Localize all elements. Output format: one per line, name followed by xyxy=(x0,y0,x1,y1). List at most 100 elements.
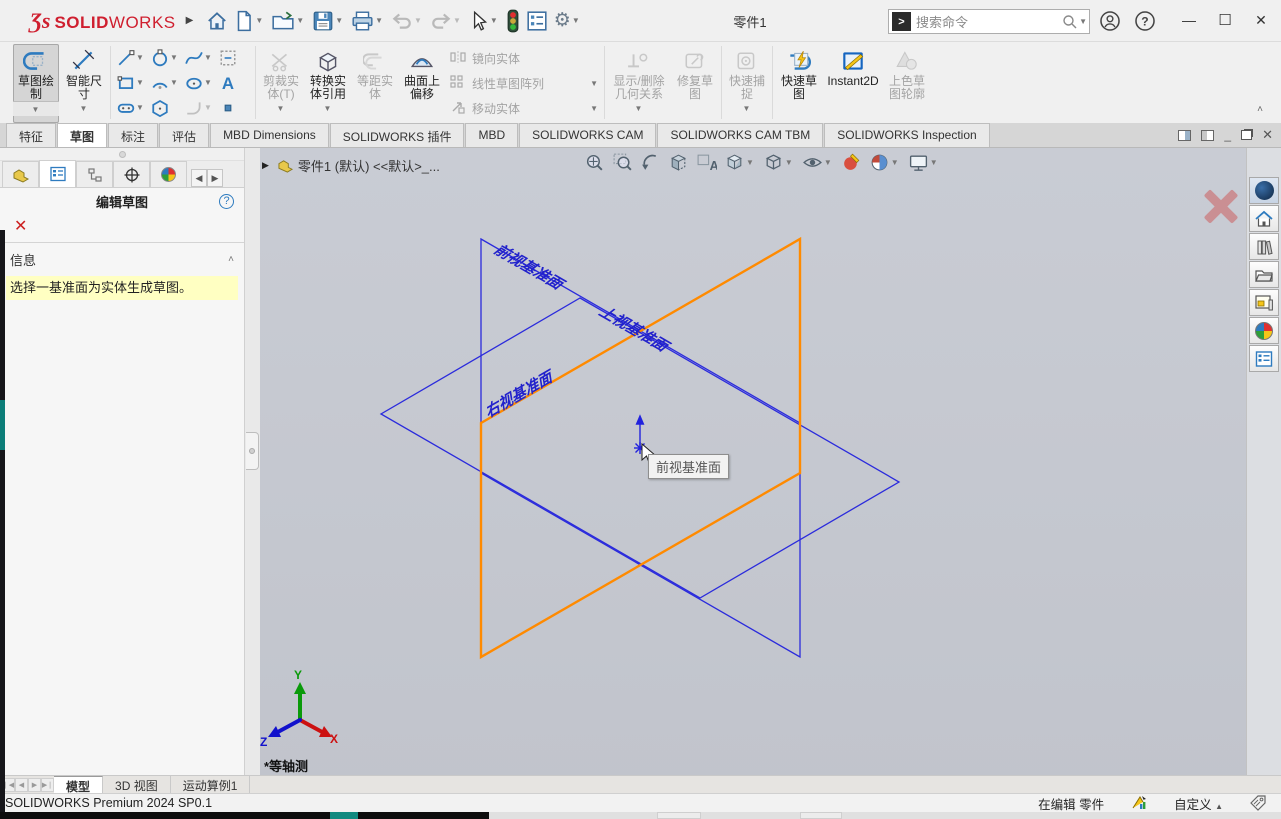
options-dropdown-caret[interactable]: ▼ xyxy=(572,16,580,25)
shaded-contours-button[interactable]: 上色草图轮廓 xyxy=(884,44,930,123)
circle-tool[interactable]: ▼ xyxy=(149,49,183,67)
arc-tool[interactable]: ▼ xyxy=(149,74,183,92)
trim-box-tool[interactable] xyxy=(217,49,251,67)
edit-appearance-button[interactable] xyxy=(839,150,864,175)
pane-left-icon[interactable] xyxy=(1178,130,1191,141)
trim-entities-button[interactable]: 剪裁实体(T) ▼ xyxy=(259,44,303,123)
convert-dropdown-caret[interactable]: ▼ xyxy=(324,104,332,113)
rebuild-button[interactable] xyxy=(503,6,523,36)
undo-dropdown-caret[interactable]: ▼ xyxy=(414,16,422,25)
display-style-button[interactable]: ▼ xyxy=(761,150,797,175)
apply-scene-button[interactable]: ▼ xyxy=(867,150,903,175)
tab-propertymanager[interactable] xyxy=(39,160,76,187)
doc-minimize-icon[interactable]: _ xyxy=(1224,128,1231,142)
3dexperience-button[interactable] xyxy=(1249,177,1279,204)
maximize-button[interactable]: ☐ xyxy=(1208,0,1242,40)
select-dropdown-caret[interactable]: ▼ xyxy=(490,16,498,25)
fillet-caret[interactable]: ▼ xyxy=(204,103,212,112)
arc-caret[interactable]: ▼ xyxy=(170,78,178,87)
undo-button[interactable]: ▼ xyxy=(388,6,427,36)
cancel-sketch-button[interactable]: ✕ xyxy=(14,216,34,236)
annotation-visibility-button[interactable]: A xyxy=(694,150,719,175)
ribbon-tab[interactable]: MBD Dimensions xyxy=(210,123,329,147)
tab-scroll-left[interactable]: ◀ xyxy=(191,169,207,187)
open-button[interactable]: ▼ xyxy=(268,6,309,36)
move-entities-button[interactable]: 移动实体 ▼ xyxy=(448,96,600,121)
zoom-area-button[interactable] xyxy=(610,150,635,175)
custom-status-dropdown[interactable]: 自定义 ▲ xyxy=(1174,794,1223,813)
ribbon-tab[interactable]: SOLIDWORKS CAM xyxy=(519,123,656,147)
tab-featuremanager[interactable] xyxy=(2,161,39,187)
solidworks-logo[interactable]: Ʒs SOLIDWORKS xyxy=(30,8,176,34)
new-dropdown-caret[interactable]: ▼ xyxy=(255,16,263,25)
linear-pattern-button[interactable]: 线性草图阵列 ▼ xyxy=(448,71,600,96)
doc-tab[interactable]: 模型 xyxy=(54,776,103,793)
line-tool[interactable]: ▼ xyxy=(115,49,149,67)
menu-flyout-arrow[interactable]: ▶ xyxy=(186,15,194,26)
info-section-header[interactable]: 信息 ˄ xyxy=(0,243,244,274)
tab-scroll-right[interactable]: ▶ xyxy=(207,169,223,187)
splitter-handle[interactable] xyxy=(246,432,259,470)
doc-tab[interactable]: 运动算例1 xyxy=(171,776,251,793)
save-dropdown-caret[interactable]: ▼ xyxy=(335,16,343,25)
tag-icon[interactable] xyxy=(1249,795,1267,811)
open-dropdown-caret[interactable]: ▼ xyxy=(296,16,304,25)
rectangle-caret[interactable]: ▼ xyxy=(136,78,144,87)
next-tab-button[interactable]: ▶ xyxy=(28,778,41,792)
minimize-button[interactable]: — xyxy=(1172,0,1206,40)
section-view-button[interactable] xyxy=(666,150,691,175)
smart-dimension-dropdown-caret[interactable]: ▼ xyxy=(80,104,88,113)
solidworks-resources-button[interactable] xyxy=(1249,205,1279,232)
move-entities-caret[interactable]: ▼ xyxy=(590,104,598,113)
ribbon-tab[interactable]: 草图 xyxy=(57,123,107,147)
sketch-dropdown-caret[interactable]: ▼ xyxy=(32,105,40,114)
spline-tool[interactable]: ▼ xyxy=(183,49,217,67)
print-button[interactable]: ▼ xyxy=(348,6,388,36)
home-button[interactable] xyxy=(203,6,231,36)
file-properties-button[interactable] xyxy=(523,6,551,36)
flyout-arrow-icon[interactable]: ▶ xyxy=(262,160,269,171)
ribbon-tab[interactable]: SOLIDWORKS Inspection xyxy=(824,123,989,147)
new-document-button[interactable]: ▼ xyxy=(231,6,268,36)
ellipse-tool[interactable]: ▼ xyxy=(183,74,217,92)
convert-entities-button[interactable]: 转换实体引用 ▼ xyxy=(305,44,351,123)
slot-tool[interactable]: ▼ xyxy=(115,99,149,117)
sketch-button[interactable]: 草图绘制 ▼ xyxy=(13,44,59,123)
search-box[interactable]: > 搜索命令 ▼ xyxy=(888,9,1090,34)
spline-caret[interactable]: ▼ xyxy=(204,53,212,62)
close-button[interactable]: ✕ xyxy=(1244,0,1278,40)
collapse-chevron-icon[interactable]: ˄ xyxy=(228,254,234,265)
rapid-sketch-button[interactable]: 快速草图 xyxy=(776,44,822,123)
hide-show-items-button[interactable]: ▼ xyxy=(800,150,836,175)
panel-help-icon[interactable]: ? xyxy=(219,194,234,209)
tab-configurationmanager[interactable] xyxy=(76,161,113,187)
ribbon-tab[interactable]: SOLIDWORKS 插件 xyxy=(330,123,465,147)
last-tab-button[interactable]: ▶❘ xyxy=(41,778,54,792)
linear-pattern-caret[interactable]: ▼ xyxy=(590,79,598,88)
view-settings-caret[interactable]: ▼ xyxy=(930,158,938,167)
cancel-sketch-corner-icon[interactable] xyxy=(1203,188,1239,224)
tab-appearances[interactable] xyxy=(150,161,187,187)
view-orientation-button[interactable]: ▼ xyxy=(722,150,758,175)
repair-sketch-button[interactable]: 修复草图 xyxy=(672,44,718,123)
flyout-tree[interactable]: ▶ 零件1 (默认) <<默认>_... xyxy=(262,156,440,175)
panel-splitter-column[interactable] xyxy=(244,148,260,793)
help-button[interactable]: ? xyxy=(1131,6,1159,36)
doc-close-icon[interactable]: ✕ xyxy=(1262,127,1273,143)
quick-snaps-button[interactable]: 快速捕捉 ▼ xyxy=(725,44,769,123)
apply-scene-caret[interactable]: ▼ xyxy=(891,158,899,167)
mirror-entities-button[interactable]: 镜向实体 xyxy=(448,46,600,71)
appearances-scenes-button[interactable] xyxy=(1249,317,1279,344)
display-style-caret[interactable]: ▼ xyxy=(785,158,793,167)
graphics-viewport[interactable]: 前视基准面 上视基准面 右视基准面 xyxy=(260,148,1246,793)
view-settings-button[interactable]: ▼ xyxy=(906,150,942,175)
trim-dropdown-caret[interactable]: ▼ xyxy=(277,104,285,113)
polygon-tool[interactable] xyxy=(149,99,183,117)
display-relations-caret[interactable]: ▼ xyxy=(635,104,643,113)
tab-dimxpert[interactable] xyxy=(113,161,150,187)
search-dropdown-caret[interactable]: ▼ xyxy=(1079,17,1087,26)
account-button[interactable] xyxy=(1096,6,1124,36)
line-caret[interactable]: ▼ xyxy=(136,53,144,62)
ribbon-tab[interactable]: 标注 xyxy=(108,123,158,147)
save-button[interactable]: ▼ xyxy=(309,6,348,36)
